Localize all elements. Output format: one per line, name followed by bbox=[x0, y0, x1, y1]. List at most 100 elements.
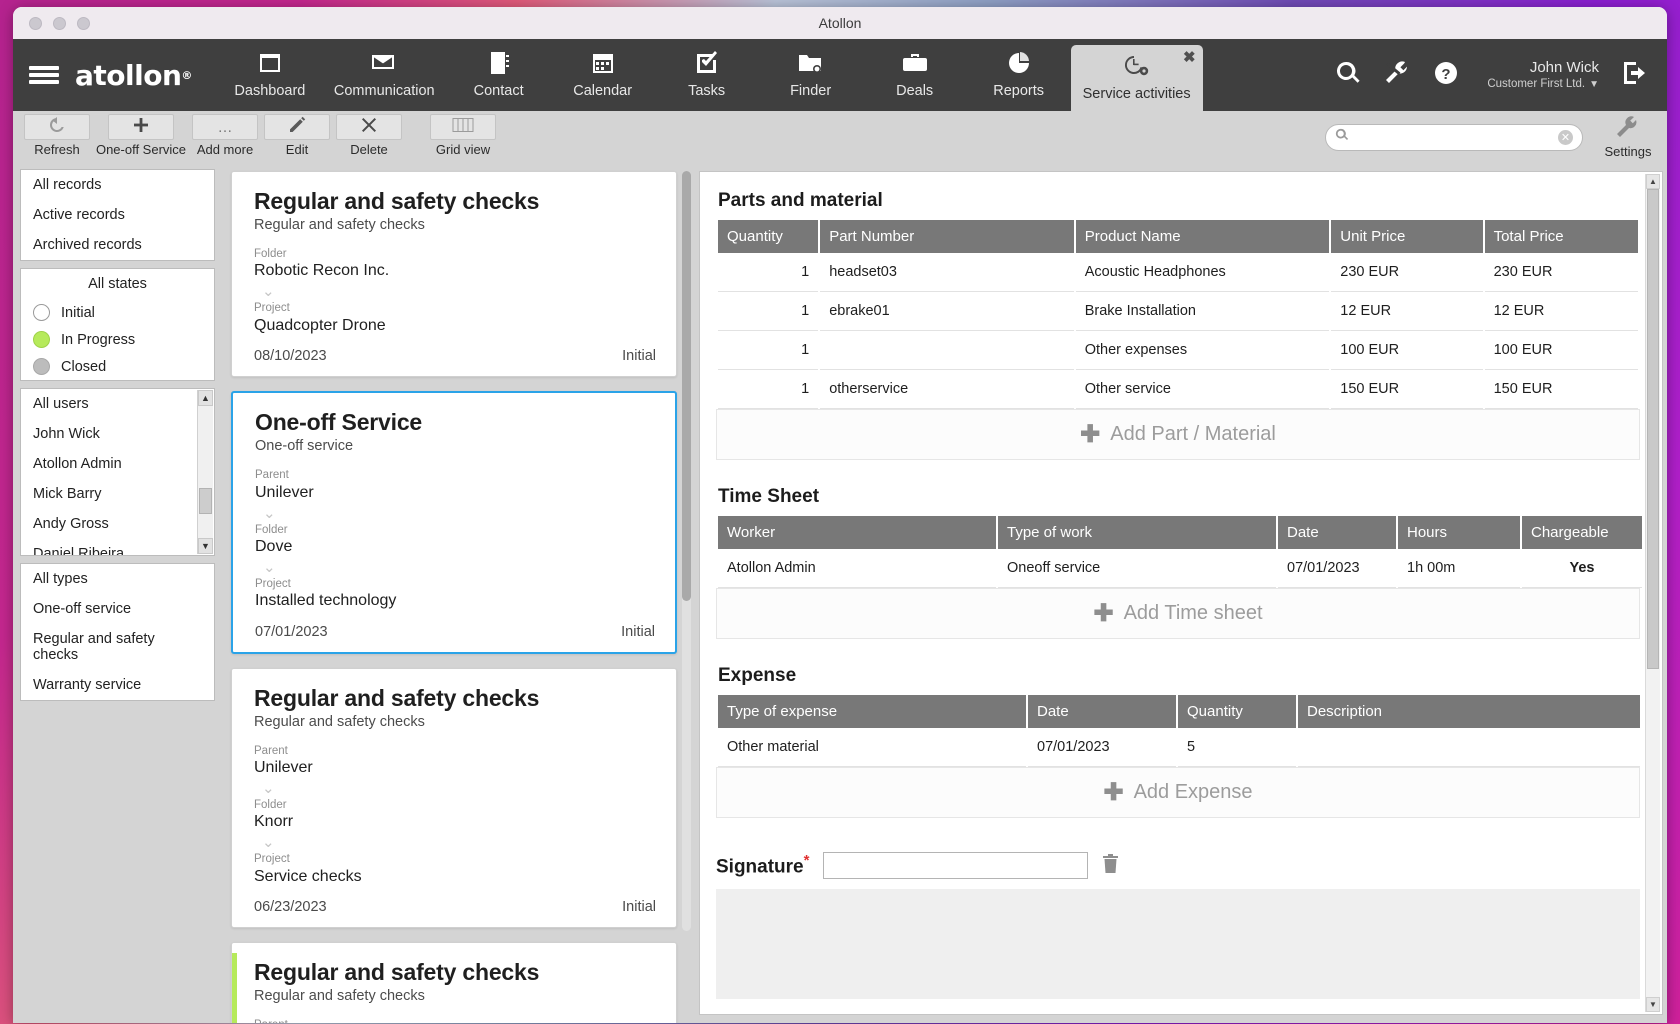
nav-item-calendar[interactable]: Calendar bbox=[551, 39, 655, 111]
table-row[interactable]: Other material 07/01/2023 5 bbox=[718, 728, 1640, 767]
table-row[interactable]: 1 ebrake01 Brake Installation 12 EUR 12 … bbox=[718, 292, 1638, 331]
nav-item-dashboard[interactable]: Dashboard bbox=[218, 39, 322, 111]
detail-scrollbar[interactable]: ▲ ▼ bbox=[1645, 174, 1660, 1012]
sidebar-item-all-types[interactable]: All types bbox=[21, 564, 214, 594]
column-header-type-of-expense[interactable]: Type of expense bbox=[718, 695, 1026, 728]
scroll-up-icon[interactable]: ▲ bbox=[1646, 174, 1660, 189]
card-field-value: Unilever bbox=[254, 759, 313, 777]
card-title: Regular and safety checks bbox=[254, 959, 540, 986]
column-header-unit-price[interactable]: Unit Price bbox=[1331, 220, 1483, 253]
nav-label: Communication bbox=[333, 83, 435, 99]
add-more-button[interactable]: … Add more bbox=[189, 114, 261, 157]
state-dot-closed bbox=[33, 358, 50, 375]
column-header-hours[interactable]: Hours bbox=[1398, 516, 1520, 549]
column-header-total-price[interactable]: Total Price bbox=[1484, 220, 1638, 253]
user-menu[interactable]: John Wick Customer First Ltd. ▼ bbox=[1481, 59, 1599, 91]
list-item[interactable]: Regular and safety checks Regular and sa… bbox=[231, 942, 677, 1023]
close-icon[interactable]: ✖ bbox=[1183, 50, 1196, 65]
sidebar-item-archived-records[interactable]: Archived records bbox=[21, 230, 214, 260]
nav-item-communication[interactable]: Communication bbox=[322, 39, 447, 111]
nav-item-contact[interactable]: Contact bbox=[447, 39, 551, 111]
column-header-date[interactable]: Date bbox=[1278, 516, 1396, 549]
state-label: In Progress bbox=[61, 331, 136, 348]
list-scrollbar[interactable] bbox=[682, 171, 691, 931]
scroll-down-icon[interactable]: ▼ bbox=[1646, 997, 1660, 1012]
sidebar-item-one-off-service[interactable]: One-off service bbox=[21, 594, 214, 624]
card-state: Initial bbox=[622, 899, 656, 916]
column-header-part-number[interactable]: Part Number bbox=[820, 220, 1074, 253]
table-row[interactable]: 1 otherservice Other service 150 EUR 150… bbox=[718, 370, 1638, 409]
search-icon[interactable] bbox=[1335, 60, 1361, 91]
scroll-down-icon[interactable]: ▼ bbox=[198, 538, 213, 554]
cell-unit-price: 230 EUR bbox=[1331, 253, 1483, 292]
refresh-button[interactable]: Refresh bbox=[21, 114, 93, 157]
column-header-quantity[interactable]: Quantity bbox=[1178, 695, 1296, 728]
cell-quantity: 1 bbox=[718, 253, 819, 292]
settings-button[interactable]: Settings bbox=[1597, 116, 1659, 159]
table-row[interactable]: 1 Other expenses 100 EUR 100 EUR bbox=[718, 331, 1638, 370]
wrench-icon[interactable] bbox=[1383, 60, 1411, 91]
window-titlebar: Atollon bbox=[13, 7, 1667, 39]
sidebar-item-active-records[interactable]: Active records bbox=[21, 200, 214, 230]
chevron-down-icon[interactable]: ▼ bbox=[1589, 79, 1599, 91]
detail-panel: Parts and material Quantity Part Number … bbox=[699, 171, 1663, 1015]
nav-item-finder[interactable]: Finder bbox=[759, 39, 863, 111]
sidebar-item-john-wick[interactable]: John Wick bbox=[21, 419, 214, 449]
trash-icon[interactable] bbox=[1102, 853, 1119, 878]
sidebar-item-all-states[interactable]: All states bbox=[21, 269, 214, 299]
column-header-type-of-work[interactable]: Type of work bbox=[998, 516, 1276, 549]
cell-part-number: headset03 bbox=[820, 253, 1074, 292]
list-item[interactable]: Regular and safety checks Regular and sa… bbox=[231, 667, 677, 929]
toolbar-label: Grid view bbox=[435, 142, 491, 157]
pencil-icon bbox=[288, 116, 306, 139]
list-item[interactable]: Regular and safety checks Regular and sa… bbox=[231, 171, 677, 378]
clear-search-icon[interactable]: ✕ bbox=[1558, 130, 1573, 145]
table-row[interactable]: 1 headset03 Acoustic Headphones 230 EUR … bbox=[718, 253, 1638, 292]
hamburger-menu-icon[interactable] bbox=[13, 39, 75, 111]
nav-item-tasks[interactable]: Tasks bbox=[655, 39, 759, 111]
delete-button[interactable]: Delete bbox=[333, 114, 405, 157]
search-field-wrapper[interactable]: ✕ bbox=[1325, 124, 1583, 151]
sidebar-item-daniel-ribeira[interactable]: Daniel Ribeira bbox=[21, 539, 214, 555]
sidebar-item-andy-gross[interactable]: Andy Gross bbox=[21, 509, 214, 539]
users-scrollbar[interactable]: ▲ ▼ bbox=[197, 390, 213, 554]
column-header-worker[interactable]: Worker bbox=[718, 516, 996, 549]
sidebar-state-in-progress[interactable]: In Progress bbox=[21, 326, 214, 353]
card-field-value: Dove bbox=[255, 537, 293, 555]
column-header-quantity[interactable]: Quantity bbox=[718, 220, 819, 253]
help-icon[interactable]: ? bbox=[1433, 60, 1459, 91]
chevron-down-icon: ⌄ bbox=[262, 834, 275, 852]
refresh-icon bbox=[48, 116, 66, 139]
nav-item-service-activities[interactable]: ✖ Service activities bbox=[1070, 45, 1203, 111]
table-row[interactable]: Atollon Admin Oneoff service 07/01/2023 … bbox=[718, 549, 1642, 588]
nav-item-reports[interactable]: Reports bbox=[967, 39, 1071, 111]
signature-input[interactable] bbox=[823, 852, 1089, 879]
column-header-product-name[interactable]: Product Name bbox=[1075, 220, 1330, 253]
detail-scrollbar-thumb[interactable] bbox=[1647, 189, 1659, 669]
nav-item-deals[interactable]: Deals bbox=[863, 39, 967, 111]
users-scrollbar-thumb[interactable] bbox=[199, 488, 212, 514]
column-header-description[interactable]: Description bbox=[1298, 695, 1640, 728]
column-header-date[interactable]: Date bbox=[1028, 695, 1176, 728]
column-header-chargeable[interactable]: Chargeable bbox=[1522, 516, 1642, 549]
sidebar-item-atollon-admin[interactable]: Atollon Admin bbox=[21, 449, 214, 479]
add-time-sheet-button[interactable]: ✚ Add Time sheet bbox=[716, 588, 1640, 639]
sidebar-item-all-records[interactable]: All records bbox=[21, 170, 214, 200]
sidebar-state-closed[interactable]: Closed bbox=[21, 353, 214, 380]
sidebar-item-regular-safety-checks[interactable]: Regular and safety checks bbox=[21, 624, 214, 670]
grid-view-button[interactable]: Grid view bbox=[427, 114, 499, 157]
scroll-up-icon[interactable]: ▲ bbox=[198, 390, 213, 406]
search-input[interactable] bbox=[1355, 130, 1558, 145]
one-off-service-button[interactable]: One-off Service bbox=[93, 114, 189, 157]
add-expense-button[interactable]: ✚ Add Expense bbox=[716, 767, 1640, 818]
list-item[interactable]: One-off Service One-off service Parent U… bbox=[231, 391, 677, 654]
sidebar-state-initial[interactable]: Initial bbox=[21, 299, 214, 326]
add-part-material-button[interactable]: ✚ Add Part / Material bbox=[716, 409, 1640, 460]
edit-button[interactable]: Edit bbox=[261, 114, 333, 157]
sidebar-item-all-users[interactable]: All users bbox=[21, 389, 214, 419]
sidebar-item-warranty-service[interactable]: Warranty service bbox=[21, 670, 214, 700]
signature-pad[interactable] bbox=[716, 889, 1640, 999]
list-scrollbar-thumb[interactable] bbox=[682, 171, 691, 601]
logout-icon[interactable] bbox=[1621, 60, 1649, 91]
sidebar-item-mick-barry[interactable]: Mick Barry bbox=[21, 479, 214, 509]
